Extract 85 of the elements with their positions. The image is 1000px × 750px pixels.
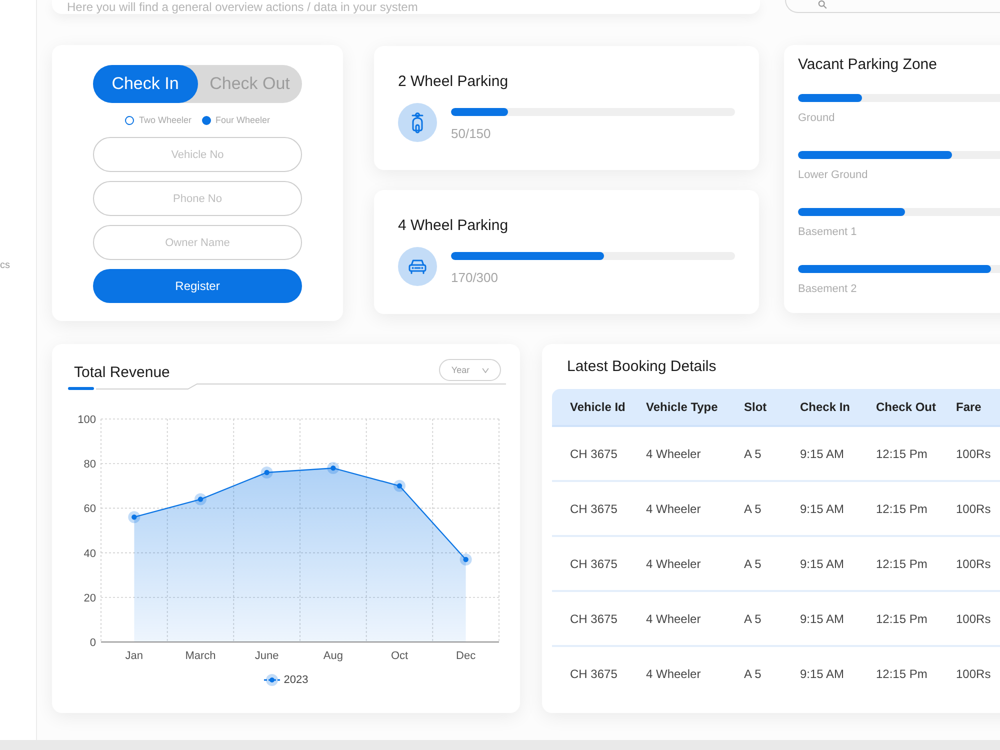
card-title: Latest Booking Details <box>566 357 718 377</box>
legend-label: 2023 <box>284 674 308 686</box>
axis-label: Dec <box>456 650 476 662</box>
axis-label: 100 <box>78 414 96 426</box>
data-point <box>260 466 273 479</box>
capacity-reading: 50/150 <box>451 126 492 142</box>
period-dropdown[interactable]: Year <box>439 359 501 381</box>
table-cell: 12:15 Pm <box>876 536 956 591</box>
chevron-down-icon <box>482 368 489 372</box>
zone-label: Basement 1 <box>798 225 858 239</box>
parking-title: 2 Wheel Parking <box>398 72 510 92</box>
table-cell: 9:15 AM <box>800 481 876 536</box>
table-cell: 12:15 Pm <box>876 646 956 700</box>
table-cell: A 5 <box>744 591 800 646</box>
column-header: Fare <box>956 389 1000 426</box>
axis-label: 20 <box>84 592 96 604</box>
table-cell: 100Rs <box>956 481 1000 536</box>
table-cell: 9:15 AM <box>800 646 876 700</box>
axis-label: March <box>185 650 216 662</box>
data-point <box>460 554 472 566</box>
axis-label: 40 <box>84 548 96 560</box>
card-title: Total Revenue <box>74 363 170 383</box>
card-title: Vacant Parking Zone <box>798 55 938 75</box>
mode-tab[interactable]: Check Out <box>198 65 302 103</box>
capacity-reading: 170/300 <box>451 270 499 286</box>
radio-icon[interactable] <box>202 116 210 124</box>
input-field[interactable]: Vehicle No <box>93 137 302 172</box>
table-cell: CH 3675 <box>552 536 646 591</box>
data-point <box>327 462 340 474</box>
table-cell: 4 Wheeler <box>646 646 744 700</box>
search-field[interactable] <box>785 0 1000 13</box>
car-icon <box>398 247 437 286</box>
table-cell: CH 3675 <box>552 481 646 536</box>
axis-label: Aug <box>323 650 343 662</box>
radio-option[interactable]: Four Wheeler <box>202 114 270 126</box>
table-cell: CH 3675 <box>552 426 646 481</box>
axis-label: Jan <box>125 650 144 662</box>
table-cell: 12:15 Pm <box>876 591 956 646</box>
axis-label: 80 <box>84 458 96 471</box>
mode-tab[interactable]: Check In <box>93 65 198 103</box>
axis-label: Oct <box>390 650 408 662</box>
table-cell: 12:15 Pm <box>876 481 956 536</box>
axis-label: 60 <box>84 503 96 516</box>
input-field[interactable]: Owner Name <box>93 225 302 260</box>
table-cell: A 5 <box>744 646 800 700</box>
scooter-icon <box>398 103 437 142</box>
table-cell: CH 3675 <box>552 646 646 700</box>
table-cell: 4 Wheeler <box>646 536 744 591</box>
table-cell: 100Rs <box>956 591 1000 646</box>
table-cell: A 5 <box>744 536 800 591</box>
table-cell: 4 Wheeler <box>646 426 744 481</box>
column-header: Slot <box>744 389 800 426</box>
zone-label: Ground <box>798 111 836 125</box>
column-header: Vehicle Id <box>552 389 646 426</box>
table-cell: 4 Wheeler <box>646 591 744 646</box>
legend-marker-icon <box>264 674 280 686</box>
table-cell: 100Rs <box>956 646 1000 700</box>
data-point <box>394 480 406 492</box>
table-cell: 100Rs <box>956 426 1000 481</box>
table-cell: 9:15 AM <box>800 591 876 646</box>
data-point <box>128 511 140 524</box>
banner-subtitle: Here you will find a general overview actions / data in your system <box>67 1 418 14</box>
column-header: Check In <box>800 389 876 426</box>
data-point <box>194 493 206 506</box>
table-cell: A 5 <box>744 426 800 481</box>
radio-option[interactable]: Two Wheeler <box>124 114 192 126</box>
table-cell: A 5 <box>744 481 800 536</box>
axis-label: 0 <box>90 637 96 649</box>
radio-icon[interactable] <box>124 116 134 124</box>
register-button[interactable]: Register <box>93 269 302 303</box>
zone-label: Lower Ground <box>798 168 869 182</box>
table-cell: 9:15 AM <box>800 426 876 481</box>
column-header: Check Out <box>876 389 956 426</box>
table-cell: CH 3675 <box>552 591 646 646</box>
sidebar-item[interactable]: cs <box>0 260 10 272</box>
table-cell: 12:15 Pm <box>876 426 956 481</box>
zone-label: Basement 2 <box>798 282 858 296</box>
table-cell: 9:15 AM <box>800 536 876 591</box>
parking-title: 4 Wheel Parking <box>398 216 510 236</box>
table-cell: 4 Wheeler <box>646 481 744 536</box>
table-cell: 100Rs <box>956 536 1000 591</box>
axis-label: June <box>254 650 279 662</box>
search-icon <box>818 0 827 9</box>
input-field[interactable]: Phone No <box>93 181 302 216</box>
column-header: Vehicle Type <box>646 389 744 426</box>
